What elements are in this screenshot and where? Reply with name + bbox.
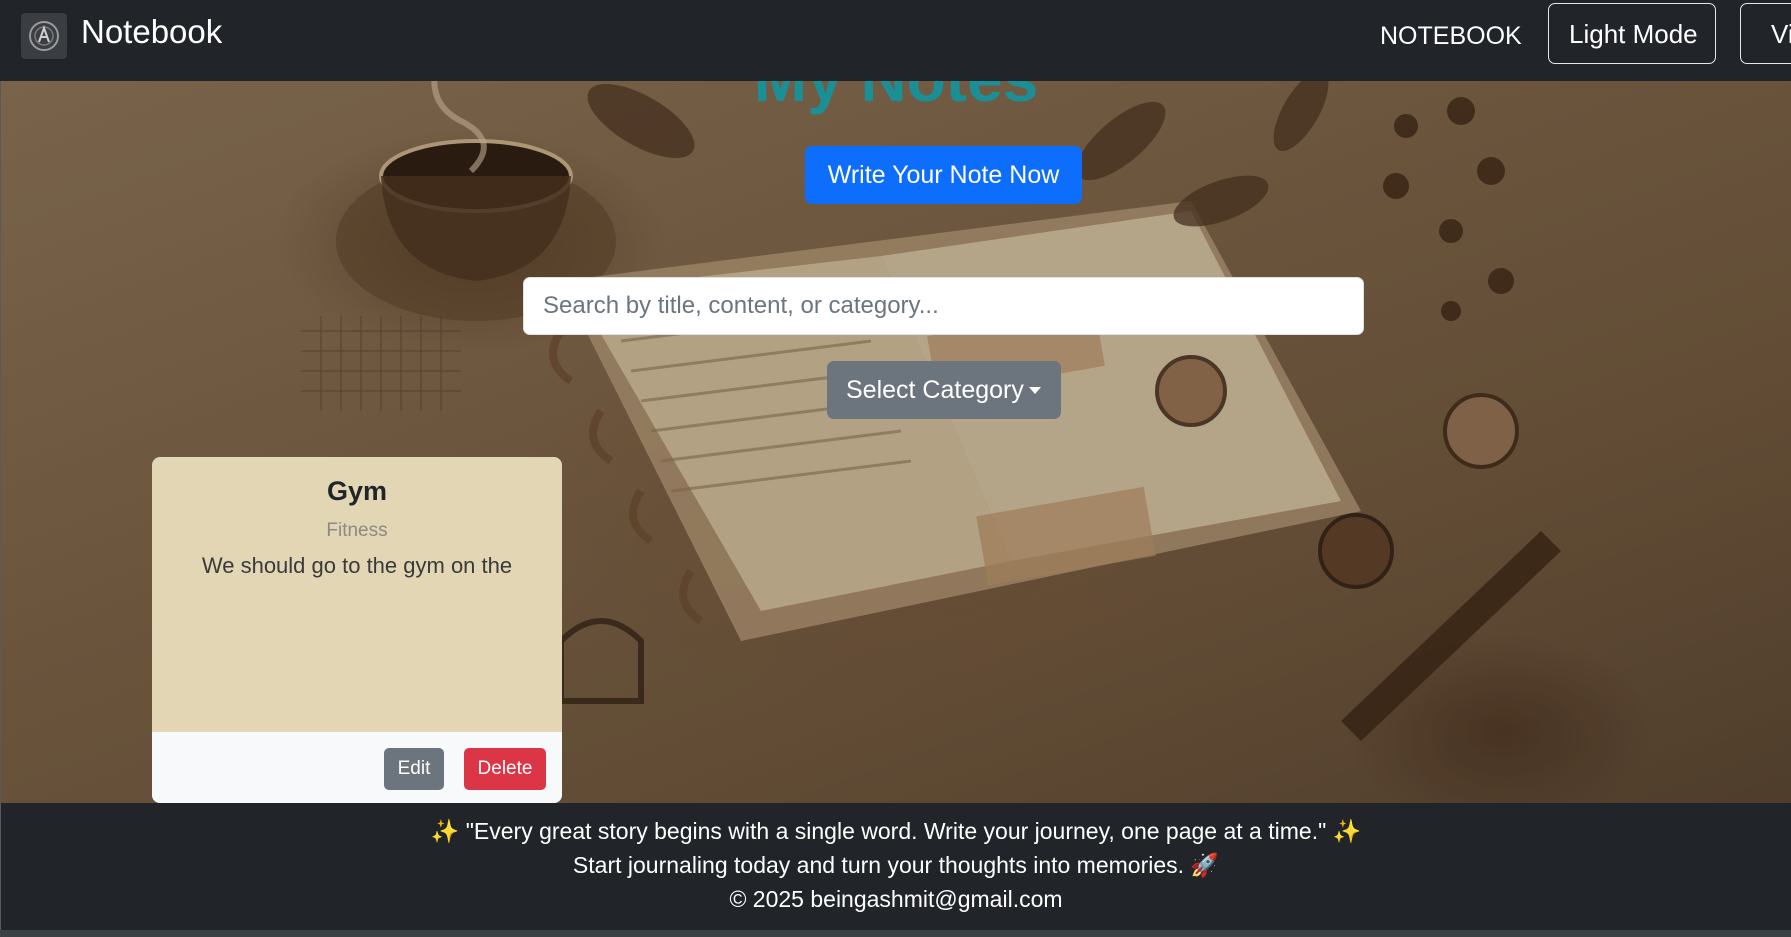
notebook-logo-icon[interactable] (21, 13, 67, 59)
delete-button[interactable]: Delete (464, 748, 546, 790)
nav-extra-button[interactable]: Vi (1740, 3, 1791, 64)
edit-button[interactable]: Edit (384, 748, 444, 790)
note-card-footer: Edit Delete (152, 732, 562, 803)
page-title: My Notes (1, 81, 1791, 117)
nav-link-notebook[interactable]: NOTEBOOK (1380, 18, 1522, 54)
note-title: Gym (326, 476, 388, 506)
search-input[interactable] (523, 277, 1364, 335)
footer-quote: ✨ "Every great story begins with a singl… (430, 818, 1362, 844)
bottom-strip (0, 930, 1791, 937)
footer-tagline: Start journaling today and turn your tho… (572, 852, 1220, 878)
write-note-button[interactable]: Write Your Note Now (805, 146, 1082, 204)
brand-name[interactable]: Notebook (81, 12, 222, 52)
note-content: We should go to the gym on the (201, 553, 513, 578)
window-border (0, 81, 1, 931)
light-mode-button[interactable]: Light Mode (1548, 3, 1716, 64)
note-category: Fitness (326, 520, 388, 541)
note-card: Gym Fitness We should go to the gym on t… (152, 457, 562, 803)
hero-section: My Notes Write Your Note Now Select Cate… (1, 81, 1791, 803)
select-category-label: Select Category (846, 376, 1024, 404)
footer-copyright: © 2025 beingashmit@gmail.com (729, 886, 1063, 912)
navbar: Notebook NOTEBOOK Light Mode Vi (0, 0, 1791, 81)
caret-down-icon (1029, 387, 1041, 394)
page: Notebook NOTEBOOK Light Mode Vi (0, 0, 1791, 937)
select-category-dropdown[interactable]: Select Category (827, 361, 1061, 419)
footer: ✨ "Every great story begins with a singl… (1, 803, 1791, 930)
